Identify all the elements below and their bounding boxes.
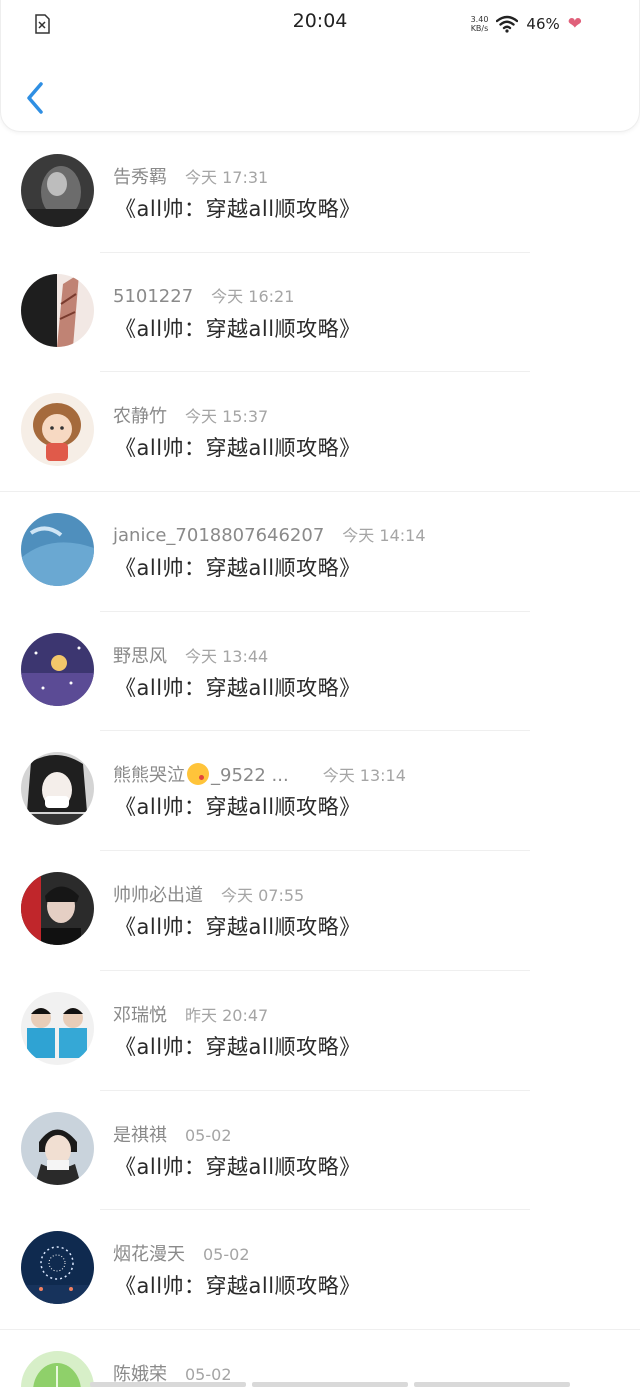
avatar[interactable] — [21, 393, 94, 467]
network-speed-value: 3.40 — [470, 15, 489, 24]
avatar[interactable] — [21, 872, 94, 946]
user-name[interactable]: 野思风 — [113, 646, 167, 667]
list-item-meta: 野思风 今天 13:44 — [113, 642, 268, 668]
indicator-segment — [252, 1382, 408, 1387]
avatar[interactable] — [21, 1111, 94, 1185]
app-root: 20:04 3.40 KB/s 46% ❤ 告秀羁 今天 17:31 《all帅… — [0, 0, 640, 1387]
list-item[interactable]: 野思风 今天 13:44 《all帅：穿越all顺攻略》 — [0, 612, 640, 732]
message-text: 《all帅：穿越all顺攻略》 — [115, 1034, 361, 1059]
message-text: 《all帅：穿越all顺攻略》 — [115, 915, 361, 940]
status-right-group: 3.40 KB/s 46% ❤ — [471, 12, 582, 36]
list-item[interactable]: 告秀羁 今天 17:31 《all帅：穿越all顺攻略》 — [0, 133, 640, 253]
avatar[interactable] — [21, 1231, 94, 1305]
message-text: 《all帅：穿越all顺攻略》 — [115, 436, 361, 461]
timestamp: 05-02 — [203, 1245, 250, 1265]
list-item[interactable]: 陈娥荣 05-02 — [0, 1330, 640, 1387]
chevron-left-icon — [27, 82, 43, 114]
user-name-suffix[interactable]: _9522 ... — [211, 765, 289, 786]
list-item[interactable]: 邓瑞悦 昨天 20:47 《all帅：穿越all顺攻略》 — [0, 971, 640, 1091]
back-button[interactable] — [21, 78, 51, 118]
list-item-meta: 告秀羁 今天 17:31 — [113, 163, 268, 189]
timestamp: 今天 13:44 — [185, 646, 269, 666]
list-item[interactable]: janice_7018807646207 今天 14:14 《all帅：穿越all… — [0, 492, 640, 612]
timestamp: 今天 07:55 — [221, 886, 305, 906]
list-item[interactable]: 烟花漫天 05-02 《all帅：穿越all顺攻略》 — [0, 1210, 640, 1330]
network-speed: 3.40 KB/s — [471, 15, 489, 33]
list-item[interactable]: 5101227 今天 16:21 《all帅：穿越all顺攻略》 — [0, 253, 640, 373]
avatar[interactable] — [21, 1350, 94, 1387]
battery-level: 46% — [526, 15, 560, 33]
timestamp: 今天 13:14 — [322, 766, 406, 786]
list-item[interactable]: 是祺祺 05-02 《all帅：穿越all顺攻略》 — [0, 1091, 640, 1211]
list-item-meta: 帅帅必出道 今天 07:55 — [113, 881, 304, 907]
list-item-meta: 熊熊哭泣 _9522 ... 今天 13:14 — [113, 761, 406, 787]
avatar[interactable] — [21, 513, 94, 587]
comment-list: 告秀羁 今天 17:31 《all帅：穿越all顺攻略》 5101227 今天 16… — [0, 133, 640, 1387]
timestamp: 今天 17:31 — [185, 168, 269, 187]
list-item-meta: 是祺祺 05-02 — [113, 1121, 232, 1147]
indicator-segment — [414, 1382, 570, 1387]
message-text: 《all帅：穿越all顺攻略》 — [115, 1274, 361, 1299]
network-speed-unit: KB/s — [470, 24, 489, 33]
user-name[interactable]: 烟花漫天 — [113, 1244, 185, 1265]
message-text: 《all帅：穿越all顺攻略》 — [115, 1154, 361, 1179]
timestamp: 今天 14:14 — [342, 526, 426, 546]
heart-icon: ❤ — [567, 14, 582, 34]
list-item-meta: janice_7018807646207 今天 14:14 — [113, 522, 426, 546]
list-item-meta: 邓瑞悦 昨天 20:47 — [113, 1001, 268, 1027]
user-name[interactable]: 5101227 — [113, 286, 193, 307]
message-text: 《all帅：穿越all顺攻略》 — [115, 316, 361, 341]
list-item-meta: 5101227 今天 16:21 — [113, 283, 294, 307]
indicator-segment — [90, 1382, 246, 1387]
wifi-icon — [496, 15, 519, 33]
avatar[interactable] — [21, 273, 94, 347]
list-item[interactable]: 农静竹 今天 15:37 《all帅：穿越all顺攻略》 — [0, 372, 640, 493]
user-name[interactable]: 农静竹 — [113, 406, 167, 427]
list-item-meta: 农静竹 今天 15:37 — [113, 402, 268, 428]
list-item[interactable]: 帅帅必出道 今天 07:55 《all帅：穿越all顺攻略》 — [0, 851, 640, 971]
user-name[interactable]: 告秀羁 — [113, 167, 167, 188]
message-text: 《all帅：穿越all顺攻略》 — [115, 197, 361, 221]
timestamp: 今天 15:37 — [185, 407, 269, 427]
kiss-emoji-icon — [187, 763, 209, 786]
user-name[interactable]: 邓瑞悦 — [113, 1005, 167, 1026]
timestamp: 05-02 — [185, 1125, 232, 1145]
user-name[interactable]: 帅帅必出道 — [113, 885, 203, 906]
list-item[interactable]: 熊熊哭泣 _9522 ... 今天 13:14 《all帅：穿越all顺攻略》 — [0, 731, 640, 852]
timestamp: 今天 16:21 — [211, 286, 295, 306]
avatar[interactable] — [21, 752, 94, 826]
user-name[interactable]: 熊熊哭泣 — [113, 765, 185, 786]
status-bar: 20:04 3.40 KB/s 46% ❤ — [0, 0, 640, 46]
avatar[interactable] — [21, 991, 94, 1065]
message-text: 《all帅：穿越all顺攻略》 — [115, 675, 361, 700]
avatar[interactable] — [21, 632, 94, 706]
user-name[interactable]: janice_7018807646207 — [113, 525, 324, 546]
timestamp: 昨天 20:47 — [185, 1005, 269, 1025]
user-name[interactable]: 是祺祺 — [113, 1125, 167, 1146]
message-text: 《all帅：穿越all顺攻略》 — [115, 795, 361, 820]
bottom-scroll-indicator — [90, 1382, 570, 1387]
message-text: 《all帅：穿越all顺攻略》 — [115, 556, 361, 581]
list-item-meta: 烟花漫天 05-02 — [113, 1240, 250, 1266]
avatar[interactable] — [21, 154, 94, 227]
